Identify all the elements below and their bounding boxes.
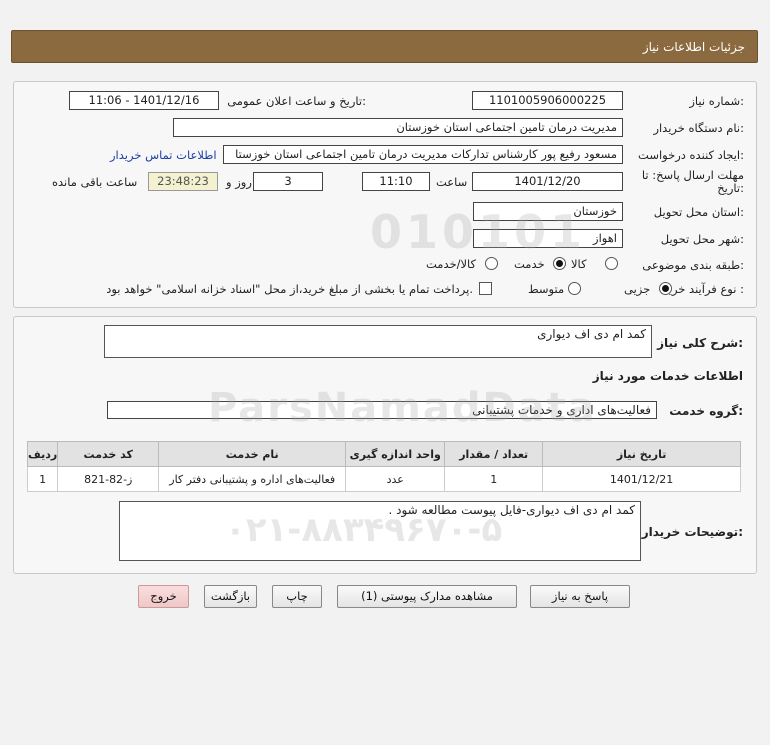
- row-number-cell: 1: [26, 466, 59, 492]
- city-field: اهواز: [473, 229, 623, 248]
- col-name-header: نام خدمت: [158, 441, 347, 467]
- buyer-notes-label: توضیحات خریدار:: [641, 525, 743, 539]
- process-minor-label: جزیی: [624, 282, 651, 296]
- service-group-field: فعالیت‌های اداری و خدمات پشتیبانی: [107, 401, 657, 419]
- days-remaining-field: 3: [253, 172, 323, 191]
- print-button[interactable]: چاپ: [272, 585, 322, 608]
- buyer-contact-link[interactable]: اطلاعات تماس خریدار: [110, 148, 217, 162]
- deadline-label-date: تاریخ:: [717, 181, 744, 195]
- category-goods-label: کالا: [571, 257, 587, 271]
- category-service-label: خدمت: [514, 257, 545, 271]
- page-header: جزئیات اطلاعات نیاز: [11, 30, 758, 63]
- city-label: شهر محل تحویل:: [660, 232, 744, 246]
- services-section-title: اطلاعات خدمات مورد نیاز: [592, 369, 743, 383]
- need-info-panel: [13, 81, 757, 308]
- services-table: ردیف کد خدمت نام خدمت واحد اندازه گیری ت…: [26, 441, 741, 492]
- province-field: خوزستان: [473, 202, 623, 221]
- days-label: روز و: [226, 175, 252, 189]
- category-goods-service-radio[interactable]: [485, 257, 498, 270]
- process-medium-radio[interactable]: [568, 282, 581, 295]
- col-unit-header: واحد اندازه گیری: [345, 441, 446, 467]
- summary-field: کمد ام دی اف دیواری: [104, 325, 652, 358]
- need-number-label: شماره نیاز:: [689, 94, 744, 108]
- category-goods-radio[interactable]: [605, 257, 618, 270]
- need-date-cell: 1401/12/21: [542, 466, 741, 492]
- category-goods-service-label: کالا/خدمت: [426, 257, 477, 271]
- buyer-org-field: مدیریت درمان تامین اجتماعی استان خوزستان: [173, 118, 623, 137]
- service-group-label: گروه خدمت:: [669, 404, 743, 418]
- page-title: جزئیات اطلاعات نیاز: [642, 40, 745, 54]
- service-code-cell: ز-82-821: [57, 466, 160, 492]
- service-name-cell: فعالیت‌های اداره و پشتیبانی دفتر کار: [158, 466, 347, 492]
- province-label: استان محل تحویل:: [653, 205, 744, 219]
- treasury-payment-checkbox[interactable]: [479, 282, 492, 295]
- col-qty-header: تعداد / مقدار: [444, 441, 544, 467]
- remaining-time-label: ساعت باقی مانده: [52, 175, 138, 189]
- announce-label: تاریخ و ساعت اعلان عمومی:: [227, 94, 366, 108]
- announce-datetime-field: 1401/12/16 - 11:06: [69, 91, 219, 110]
- requester-label: ایجاد کننده درخواست:: [638, 148, 744, 162]
- deadline-time-label: ساعت: [436, 175, 468, 189]
- requester-field: مسعود رفیع پور کارشناس تدارکات مدیریت در…: [223, 145, 623, 164]
- category-service-radio[interactable]: [553, 257, 566, 270]
- process-minor-radio[interactable]: [659, 282, 672, 295]
- quantity-cell: 1: [444, 466, 544, 492]
- deadline-label: مهلت ارسال پاسخ: تا: [641, 168, 744, 182]
- view-attachments-button[interactable]: مشاهده مدارک پیوستی (1): [337, 585, 517, 608]
- table-row: 1 ز-82-821 فعالیت‌های اداره و پشتیبانی د…: [26, 466, 741, 492]
- reply-button[interactable]: پاسخ به نیاز: [530, 585, 630, 608]
- need-number-field: 1101005906000225: [472, 91, 623, 110]
- category-label: طبقه بندی موضوعی:: [642, 258, 744, 272]
- back-button[interactable]: بازگشت: [204, 585, 257, 608]
- buyer-notes-field: کمد ام دی اف دیواری-فایل پیوست مطالعه شو…: [119, 501, 641, 561]
- remaining-time-field: 23:48:23: [148, 172, 218, 191]
- services-table-header: ردیف کد خدمت نام خدمت واحد اندازه گیری ت…: [26, 441, 741, 467]
- deadline-date-field: 1401/12/20: [472, 172, 623, 191]
- process-label: نوع فرآیند خرید :: [662, 282, 744, 296]
- col-code-header: کد خدمت: [57, 441, 160, 467]
- deadline-time-field: 11:10: [362, 172, 430, 191]
- summary-label: شرح کلی نیاز:: [657, 336, 743, 350]
- col-row-header: ردیف: [26, 441, 59, 467]
- unit-cell: عدد: [345, 466, 446, 492]
- process-medium-label: متوسط: [528, 282, 565, 296]
- treasury-payment-note: پرداخت تمام یا بخشی از مبلغ خرید،از محل …: [106, 282, 473, 296]
- exit-button[interactable]: خروج: [138, 585, 189, 608]
- buyer-org-label: نام دستگاه خریدار:: [653, 121, 744, 135]
- col-date-header: تاریخ نیاز: [542, 441, 741, 467]
